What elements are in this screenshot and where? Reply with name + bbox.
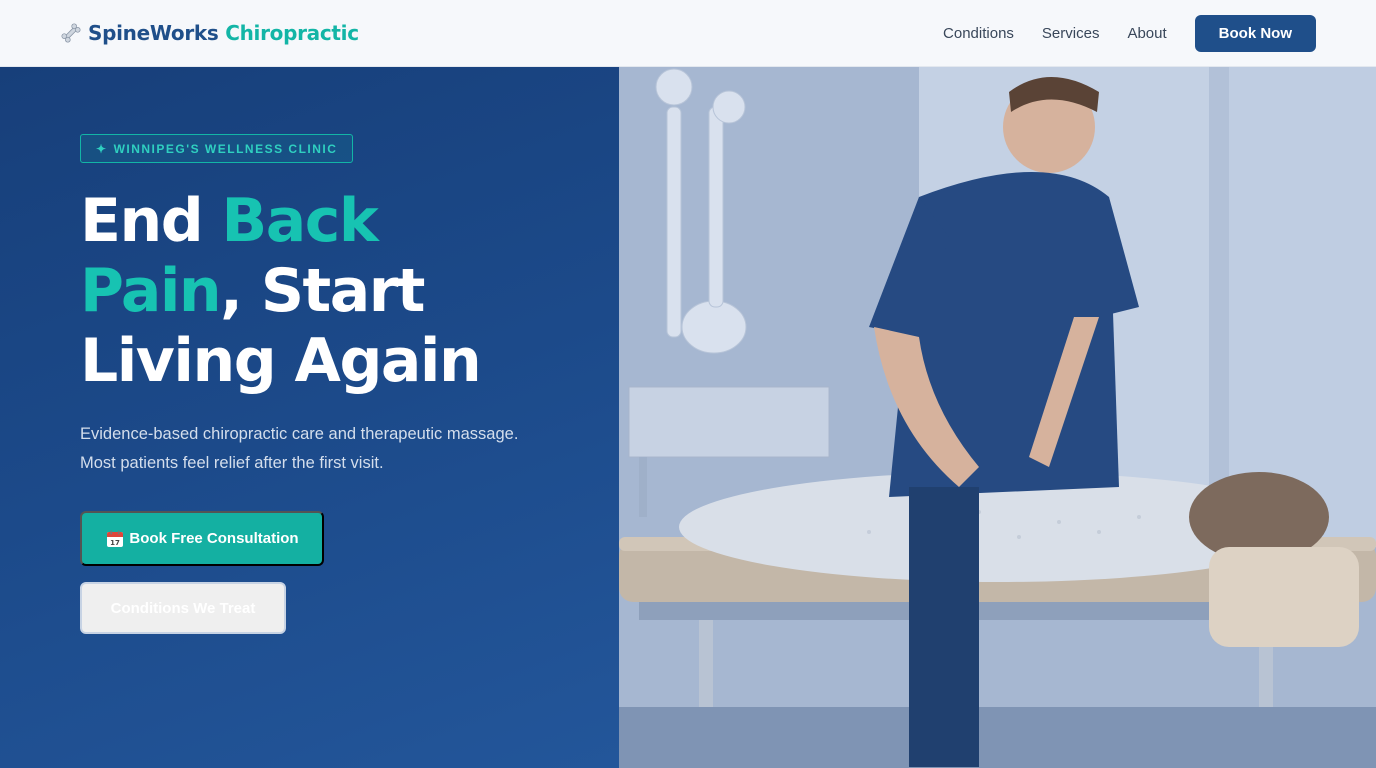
headline-word-pain: Pain xyxy=(80,256,222,326)
sparkle-icon: ✦ xyxy=(96,141,108,156)
chiropractor-treating-patient-photo xyxy=(619,67,1376,768)
site-header: SpineWorks Chiropractic Conditions Servi… xyxy=(0,0,1376,67)
conditions-we-treat-button[interactable]: Conditions We Treat xyxy=(80,582,286,634)
hero-headline: End Back Pain, Start Living Again xyxy=(80,186,600,396)
headline-living-again: Living Again xyxy=(80,326,482,396)
book-consultation-label: Book Free Consultation xyxy=(129,530,299,547)
brand-name-part1: SpineWorks xyxy=(88,21,219,45)
hero-subtitle-line1: Evidence-based chiropractic care and the… xyxy=(80,425,519,443)
clinic-badge-text: WINNIPEG'S WELLNESS CLINIC xyxy=(113,141,338,156)
nav-link-services[interactable]: Services xyxy=(1042,25,1100,42)
headline-word-start: , Start xyxy=(220,256,425,326)
nav-link-conditions[interactable]: Conditions xyxy=(943,25,1014,42)
clinic-badge: ✦ WINNIPEG'S WELLNESS CLINIC xyxy=(80,134,354,163)
headline-word-back: Back xyxy=(221,186,379,256)
headline-word-end: End xyxy=(80,186,222,256)
hero-subtitle: Evidence-based chiropractic care and the… xyxy=(80,420,550,478)
brand-name-part2: Chiropractic xyxy=(225,21,359,45)
hero-subtitle-line2: Most patients feel relief after the firs… xyxy=(80,454,384,472)
bone-icon xyxy=(60,22,82,44)
calendar-icon: 17 xyxy=(105,529,125,549)
main-nav: Conditions Services About Book Now xyxy=(943,14,1316,52)
brand-name: SpineWorks Chiropractic xyxy=(88,21,359,45)
svg-text:17: 17 xyxy=(111,539,121,547)
logo[interactable]: SpineWorks Chiropractic xyxy=(60,21,359,45)
book-consultation-button[interactable]: 17 Book Free Consultation xyxy=(80,511,324,566)
hero-section xyxy=(0,67,619,768)
book-now-button[interactable]: Book Now xyxy=(1194,14,1316,52)
nav-link-about[interactable]: About xyxy=(1127,25,1166,42)
